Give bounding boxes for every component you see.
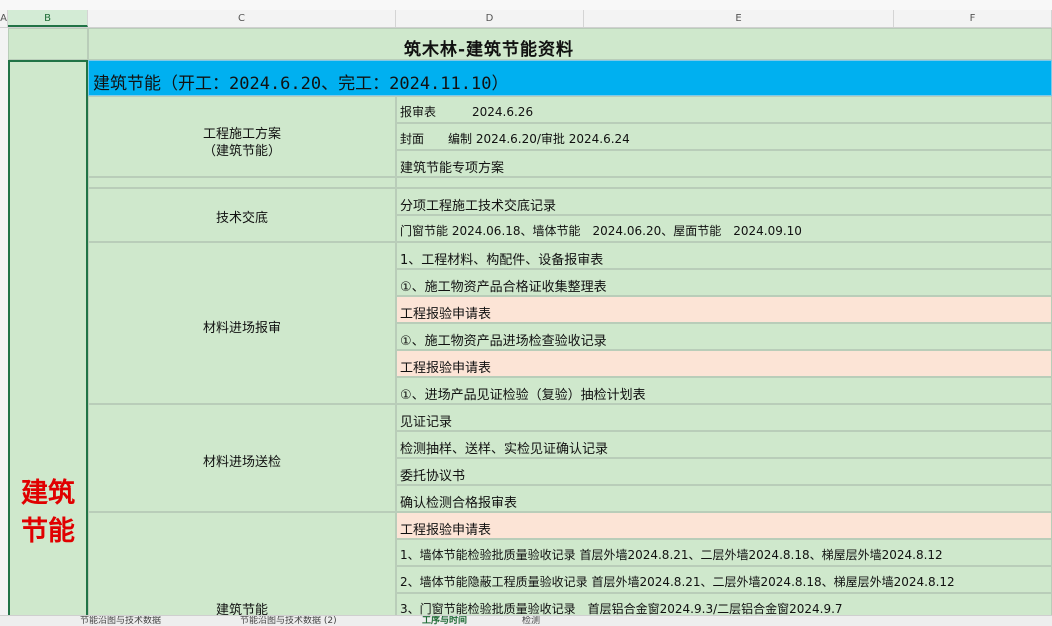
column-header-e[interactable]: E (584, 10, 894, 27)
group-cell-material-test[interactable]: 材料进场送检 (88, 404, 396, 512)
row-19-text: 2、墙体节能隐蔽工程质量验收记录 首层外墙2024.8.21、二层外墙2024.… (400, 575, 955, 589)
row-13[interactable]: 见证记录 (396, 404, 1052, 431)
row-13-text: 见证记录 (400, 415, 453, 430)
row-9-text: 工程报验申请表 (400, 307, 492, 322)
row-14-text: 检测抽样、送样、实检见证确认记录 (400, 442, 609, 457)
side-label-line1: 建筑 (21, 478, 75, 509)
row-11-text: 工程报验申请表 (400, 361, 492, 376)
row-17[interactable]: 工程报验申请表 (396, 512, 1052, 539)
row-6[interactable]: 门窗节能 2024.06.18、墙体节能 2024.06.20、屋面节能 202… (396, 215, 1052, 242)
row-11[interactable]: 工程报验申请表 (396, 350, 1052, 377)
title-cell[interactable]: 筑木林-建筑节能资料 (88, 28, 1052, 60)
row-6-text: 门窗节能 2024.06.18、墙体节能 2024.06.20、屋面节能 202… (400, 224, 802, 238)
section-header-cell[interactable]: 建筑节能（开工：2024.6.20、完工：2024.11.10） (88, 60, 1052, 96)
row-18[interactable]: 1、墙体节能检验批质量验收记录 首层外墙2024.8.21、二层外墙2024.8… (396, 539, 1052, 566)
column-header-f[interactable]: F (894, 10, 1052, 27)
row-12-text: ①、进场产品见证检验（复验）抽检计划表 (400, 388, 646, 403)
toolbar-strip (0, 0, 1052, 10)
row-7[interactable]: 1、工程材料、构配件、设备报审表 (396, 242, 1052, 269)
row-17-text: 工程报验申请表 (400, 523, 492, 538)
group-label-plan-sub: （建筑节能） (202, 144, 281, 159)
group-cell-tech[interactable]: 技术交底 (88, 188, 396, 242)
row-15-text: 委托协议书 (400, 469, 466, 484)
column-header-a[interactable]: A (0, 10, 8, 27)
row-10[interactable]: ①、施工物资产品进场检查验收记录 (396, 323, 1052, 350)
column-header-c[interactable]: C (88, 10, 396, 27)
side-label: 建筑 节能 (10, 475, 86, 551)
row-10-text: ①、施工物资产品进场检查验收记录 (400, 334, 607, 349)
row-19[interactable]: 2、墙体节能隐蔽工程质量验收记录 首层外墙2024.8.21、二层外墙2024.… (396, 566, 1052, 593)
side-label-line2: 节能 (21, 516, 75, 547)
column-header-d[interactable]: D (396, 10, 584, 27)
group-label-material-test: 材料进场送检 (202, 455, 281, 470)
group-cell-plan[interactable]: 工程施工方案 （建筑节能） (88, 96, 396, 177)
group-label-tech: 技术交底 (215, 211, 268, 226)
row-15[interactable]: 委托协议书 (396, 458, 1052, 485)
group-cell-energy[interactable]: 建筑节能 (88, 512, 396, 622)
group-label-material-review: 材料进场报审 (202, 321, 281, 336)
sheet-tabs-bar: 节能沿图与技术数据 节能沿图与技术数据 (2) 工序与时间 检测 (0, 615, 1052, 626)
row-7-text: 1、工程材料、构配件、设备报审表 (400, 253, 604, 268)
row-1-text: 报审表 2024.6.26 (400, 105, 534, 119)
row-3[interactable]: 建筑节能专项方案 (396, 150, 1052, 177)
row-9[interactable]: 工程报验申请表 (396, 296, 1052, 323)
row-3-text: 建筑节能专项方案 (400, 161, 505, 176)
group-cell-gap[interactable] (88, 177, 396, 188)
column-header-b[interactable]: B (8, 10, 88, 27)
group-cell-material-review[interactable]: 材料进场报审 (88, 242, 396, 404)
row-2[interactable]: 封面 编制 2024.6.20/审批 2024.6.24 (396, 123, 1052, 150)
sheet-title: 筑木林-建筑节能资料 (403, 40, 575, 60)
row-14[interactable]: 检测抽样、送样、实检见证确认记录 (396, 431, 1052, 458)
row-5[interactable]: 分项工程施工技术交底记录 (396, 188, 1052, 215)
row-12[interactable]: ①、进场产品见证检验（复验）抽检计划表 (396, 377, 1052, 404)
row-8-text: ①、施工物资产品合格证收集整理表 (400, 280, 607, 295)
row-8[interactable]: ①、施工物资产品合格证收集整理表 (396, 269, 1052, 296)
row-4[interactable] (396, 177, 1052, 188)
sheet-grid[interactable]: 筑木林-建筑节能资料 建筑 节能 建筑节能（开工：2024.6.20、完工：20… (0, 28, 1052, 622)
column-header-bar: A B C D E F (0, 10, 1052, 28)
row-5-text: 分项工程施工技术交底记录 (400, 199, 557, 214)
row-2-text: 封面 编制 2024.6.20/审批 2024.6.24 (400, 132, 630, 146)
section-header-text: 建筑节能（开工：2024.6.20、完工：2024.11.10） (93, 74, 509, 94)
row-18-text: 1、墙体节能检验批质量验收记录 首层外墙2024.8.21、二层外墙2024.8… (400, 548, 943, 562)
row-16[interactable]: 确认检测合格报审表 (396, 485, 1052, 512)
row-16-text: 确认检测合格报审表 (400, 496, 518, 511)
cell-b-top[interactable] (8, 28, 88, 60)
row-1[interactable]: 报审表 2024.6.26 (396, 96, 1052, 123)
side-merged-cell[interactable]: 建筑 节能 (8, 60, 88, 620)
